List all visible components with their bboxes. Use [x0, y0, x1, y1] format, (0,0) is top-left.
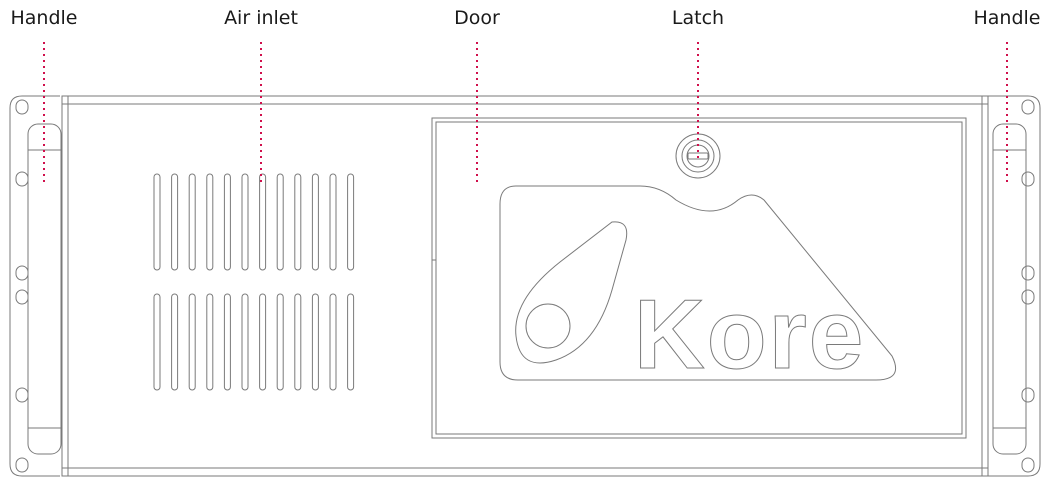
rack-chassis-diagram: Handle Air inlet Door Latch Handle Kore [0, 0, 1046, 480]
logo-drop-mark [515, 221, 628, 364]
vent-slot [276, 293, 284, 391]
vent-slot [206, 293, 214, 391]
vent-slot [276, 173, 284, 271]
vent-slot [347, 173, 355, 271]
vent-slot [188, 293, 196, 391]
door [431, 117, 967, 439]
vent-slot [241, 293, 249, 391]
air-inlet-vents [153, 173, 355, 391]
handle-left [27, 123, 62, 455]
vent-slot [223, 293, 231, 391]
vent-slot [329, 173, 337, 271]
vent-slot [329, 293, 337, 391]
vent-slot [206, 173, 214, 271]
rack-ear-left [9, 95, 60, 477]
vent-slot [294, 173, 302, 271]
vent-slot [259, 173, 267, 271]
callout-leaders [43, 42, 1008, 186]
vent-slot [223, 173, 231, 271]
vent-slot [171, 293, 179, 391]
vent-slot [311, 173, 319, 271]
vent-slot [153, 173, 161, 271]
vent-slot [188, 173, 196, 271]
vent-slot [294, 293, 302, 391]
rack-ear-right [988, 95, 1041, 477]
mount-slots-right [1021, 99, 1035, 473]
vent-slot [259, 293, 267, 391]
vent-slot [241, 173, 249, 271]
mount-slots-left [15, 99, 29, 473]
logo-text: Kore [634, 279, 865, 389]
vent-slot [347, 293, 355, 391]
vent-slot [153, 293, 161, 391]
chassis-drawing: Kore [9, 42, 1041, 477]
vent-slot [311, 293, 319, 391]
vent-slot [171, 173, 179, 271]
handle-right [992, 123, 1027, 455]
